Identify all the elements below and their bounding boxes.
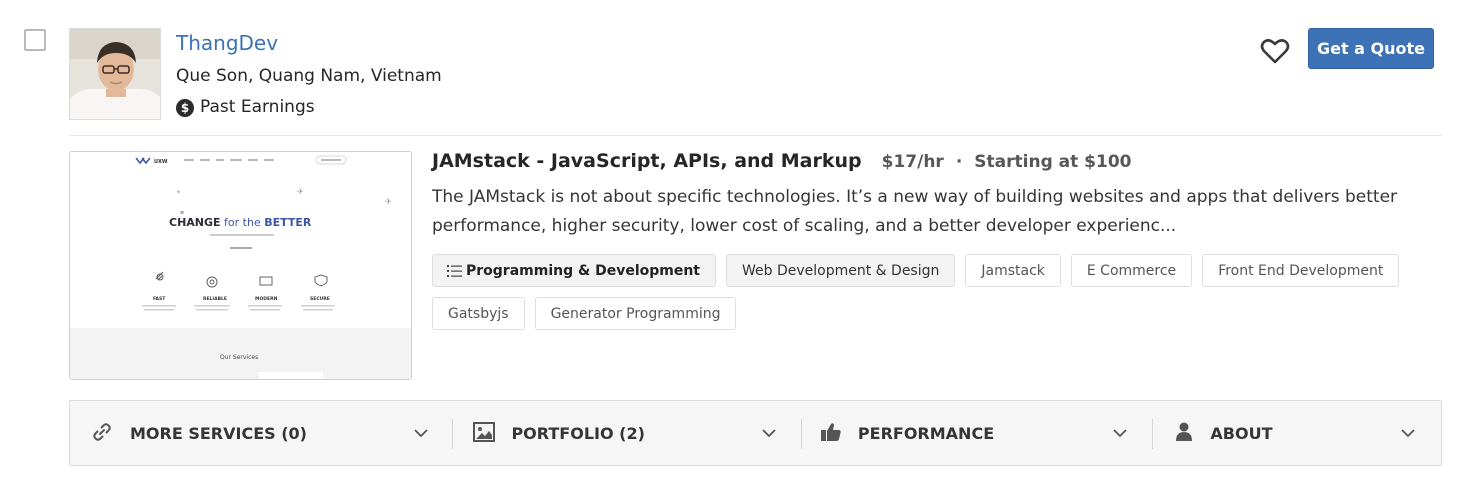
image-icon bbox=[473, 422, 496, 446]
service-description: The JAMstack is not about specific techn… bbox=[432, 187, 1398, 236]
thumb-logo-text: UXW bbox=[154, 159, 168, 165]
svg-text:✦: ✦ bbox=[176, 189, 181, 196]
link-icon bbox=[92, 422, 112, 446]
thumb-section-title: Our Services bbox=[220, 354, 258, 361]
past-earnings[interactable]: $ Past Earnings bbox=[176, 97, 315, 117]
past-earnings-label: Past Earnings bbox=[200, 97, 315, 117]
portfolio-toggle[interactable]: PORTFOLIO (2) bbox=[451, 401, 799, 465]
divider bbox=[69, 135, 1442, 136]
chevron-down-icon bbox=[1400, 425, 1416, 445]
chevron-down-icon bbox=[1112, 425, 1128, 445]
service-title-link[interactable]: JAMstack - JavaScript, APIs, and Markup bbox=[432, 150, 862, 172]
get-a-quote-button[interactable]: Get a Quote bbox=[1308, 28, 1434, 69]
list-icon bbox=[447, 264, 462, 278]
performance-label: PERFORMANCE bbox=[857, 423, 995, 443]
tag-e-commerce[interactable]: E Commerce bbox=[1070, 254, 1193, 287]
thumbs-up-icon bbox=[820, 422, 842, 446]
thumb-feature-2: MODERN bbox=[255, 296, 278, 302]
details-bar: MORE SERVICES (0) PORTFOLIO (2) PERFORMA… bbox=[69, 400, 1442, 466]
svg-text:CHANGE for the BETTER: CHANGE for the BETTER bbox=[169, 216, 312, 229]
tag-front-end-development[interactable]: Front End Development bbox=[1202, 254, 1400, 287]
performance-toggle[interactable]: PERFORMANCE bbox=[800, 401, 1150, 465]
svg-text:✈: ✈ bbox=[297, 187, 304, 196]
service-starting-price: Starting at $100 bbox=[974, 152, 1132, 172]
tag-gatsbyjs[interactable]: Gatsbyjs bbox=[432, 297, 525, 330]
freelancer-location: Que Son, Quang Nam, Vietnam bbox=[176, 66, 442, 86]
portfolio-label: PORTFOLIO (2) bbox=[511, 423, 645, 443]
tag-web-development-design[interactable]: Web Development & Design bbox=[726, 254, 956, 287]
tag-programming-development[interactable]: Programming & Development bbox=[432, 254, 716, 287]
about-label: ABOUT bbox=[1210, 423, 1273, 443]
heart-icon[interactable] bbox=[1260, 37, 1290, 65]
chevron-down-icon bbox=[761, 425, 777, 445]
svg-text:✈: ✈ bbox=[385, 197, 392, 206]
tag-label: Programming & Development bbox=[466, 262, 700, 279]
thumb-headline-c: BETTER bbox=[264, 216, 312, 229]
website-preview-image: UXW ✦ ✈ ✈ ▪ CHANGE for the BETTER FAST R… bbox=[70, 152, 411, 379]
more-services-label: MORE SERVICES (0) bbox=[130, 423, 307, 443]
about-toggle[interactable]: ABOUT bbox=[1150, 401, 1441, 465]
thumb-headline-a: CHANGE bbox=[169, 216, 221, 229]
chevron-down-icon bbox=[413, 425, 429, 445]
avatar[interactable] bbox=[69, 28, 161, 120]
service-thumbnail[interactable]: UXW ✦ ✈ ✈ ▪ CHANGE for the BETTER FAST R… bbox=[69, 151, 412, 380]
skill-tags: Programming & Development Web Developmen… bbox=[432, 254, 1442, 330]
thumb-feature-1: RELIABLE bbox=[203, 296, 227, 302]
more-services-toggle[interactable]: MORE SERVICES (0) bbox=[70, 401, 451, 465]
user-icon bbox=[1176, 422, 1193, 446]
freelancer-name-link[interactable]: ThangDev bbox=[176, 31, 278, 55]
service-header: JAMstack - JavaScript, APIs, and Markup … bbox=[432, 150, 1131, 172]
thumb-headline-b: for the bbox=[221, 216, 265, 229]
select-checkbox[interactable] bbox=[24, 29, 46, 51]
thumb-feature-0: FAST bbox=[153, 296, 166, 302]
tag-jamstack[interactable]: Jamstack bbox=[965, 254, 1061, 287]
svg-text:▪: ▪ bbox=[180, 209, 184, 216]
separator-dot: · bbox=[955, 152, 963, 172]
tag-generator-programming[interactable]: Generator Programming bbox=[534, 297, 737, 330]
avatar-photo bbox=[70, 29, 160, 119]
thumb-feature-3: SECURE bbox=[310, 296, 330, 302]
service-rate: $17/hr bbox=[881, 152, 944, 172]
dollar-circle-icon: $ bbox=[176, 98, 194, 117]
